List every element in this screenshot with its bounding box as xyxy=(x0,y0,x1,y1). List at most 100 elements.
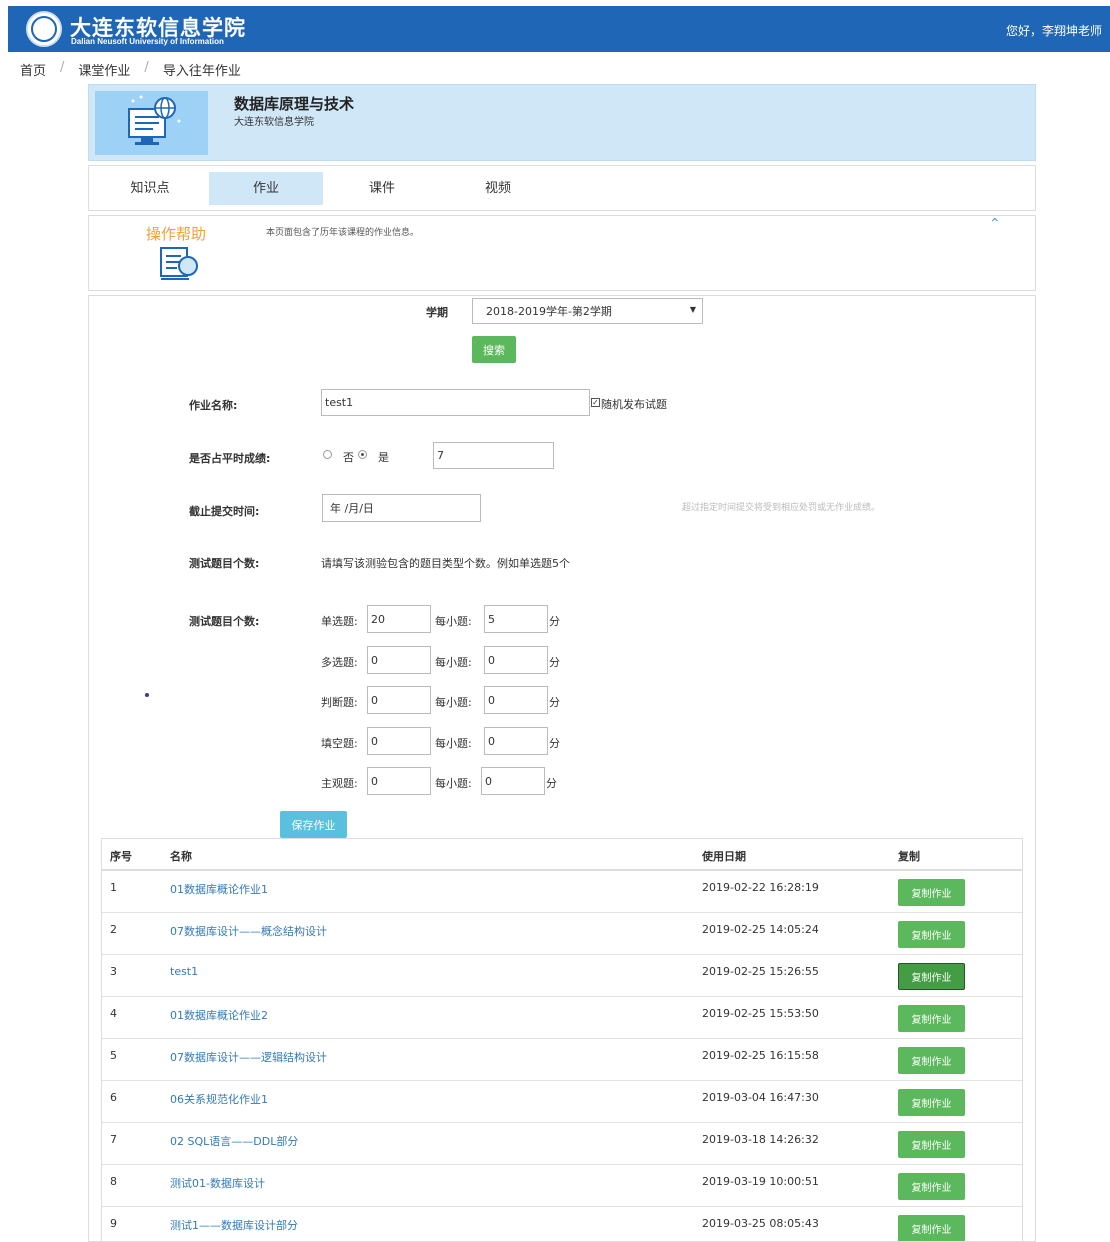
copy-homework-button[interactable]: 复制作业 xyxy=(898,1089,965,1116)
random-questions-checkbox[interactable]: ✓ xyxy=(591,398,600,407)
row-name-link[interactable]: 07数据库设计——概念结构设计 xyxy=(170,923,327,939)
row-index: 2 xyxy=(110,923,117,936)
score-unit: 分 xyxy=(549,615,560,628)
question-type-row: 判断题: 0 每小题: 0 分 xyxy=(89,686,1037,716)
term-label: 学期 xyxy=(426,306,448,319)
row-date: 2019-02-25 14:05:24 xyxy=(702,923,819,936)
col-header-index: 序号 xyxy=(110,850,132,863)
row-date: 2019-02-22 16:28:19 xyxy=(702,881,819,894)
usual-score-yes-radio[interactable] xyxy=(358,450,367,459)
course-title: 数据库原理与技术 xyxy=(234,95,355,113)
row-date: 2019-02-25 15:53:50 xyxy=(702,1007,819,1020)
deadline-hint: 超过指定时间提交将受到相应处罚或无作业成绩。 xyxy=(682,503,881,513)
per-question-label: 每小题: xyxy=(435,777,472,790)
help-book-icon xyxy=(159,244,201,282)
row-date: 2019-02-25 16:15:58 xyxy=(702,1049,819,1062)
table-row: 4 01数据库概论作业2 2019-02-25 15:53:50 复制作业 xyxy=(102,997,1022,1039)
score-unit: 分 xyxy=(546,777,557,790)
row-date: 2019-02-25 15:26:55 xyxy=(702,965,819,978)
breadcrumb: 首页 / 课堂作业 / 导入往年作业 xyxy=(20,60,241,79)
row-name-link[interactable]: test1 xyxy=(170,965,198,978)
tab-homework[interactable]: 作业 xyxy=(209,172,323,205)
help-text: 本页面包含了历年该课程的作业信息。 xyxy=(266,228,420,238)
breadcrumb-home[interactable]: 首页 xyxy=(20,60,46,79)
copy-homework-button[interactable]: 复制作业 xyxy=(898,1131,965,1158)
search-button[interactable]: 搜索 xyxy=(472,336,516,363)
random-questions-label: 随机发布试题 xyxy=(601,398,667,411)
copy-homework-button[interactable]: 复制作业 xyxy=(898,963,965,990)
copy-homework-button[interactable]: 复制作业 xyxy=(898,1215,965,1241)
tab-knowledge[interactable]: 知识点 xyxy=(109,172,191,205)
per-question-score-input[interactable]: 5 xyxy=(484,605,548,633)
question-count-hint: 请填写该测验包含的题目类型个数。例如单选题5个 xyxy=(321,557,570,570)
row-name-link[interactable]: 01数据库概论作业2 xyxy=(170,1007,268,1023)
copy-homework-button[interactable]: 复制作业 xyxy=(898,1173,965,1200)
question-type-label: 主观题: xyxy=(321,777,358,790)
user-greeting[interactable]: 您好，李翔坤老师 xyxy=(1006,22,1102,39)
row-name-link[interactable]: 测试1——数据库设计部分 xyxy=(170,1217,298,1233)
row-name-link[interactable]: 测试01-数据库设计 xyxy=(170,1175,265,1191)
usual-score-no-radio[interactable] xyxy=(323,450,332,459)
online-course-icon xyxy=(95,91,208,155)
copy-homework-button[interactable]: 复制作业 xyxy=(898,1005,965,1032)
per-question-label: 每小题: xyxy=(435,737,472,750)
collapse-chevron-up-icon[interactable]: ⌃ xyxy=(989,216,1001,232)
row-name-link[interactable]: 06关系规范化作业1 xyxy=(170,1091,268,1107)
row-index: 7 xyxy=(110,1133,117,1146)
homework-name-input[interactable]: test1 xyxy=(321,389,590,416)
table-row: 2 07数据库设计——概念结构设计 2019-02-25 14:05:24 复制… xyxy=(102,913,1022,955)
term-select[interactable]: 2018-2019学年-第2学期 ▼ xyxy=(472,298,703,324)
help-panel: 操作帮助 本页面包含了历年该课程的作业信息。 ⌃ xyxy=(88,215,1036,291)
question-count-input[interactable]: 0 xyxy=(367,686,431,714)
usual-score-label: 是否占平时成绩: xyxy=(189,452,271,465)
score-unit: 分 xyxy=(549,696,560,709)
usual-score-no-label: 否 xyxy=(343,451,354,464)
score-unit: 分 xyxy=(549,737,560,750)
deadline-date-input[interactable]: 年 /月/日 xyxy=(322,494,481,522)
question-count-input[interactable]: 0 xyxy=(367,646,431,674)
question-count-input[interactable]: 0 xyxy=(367,727,431,755)
homework-name-label: 作业名称: xyxy=(189,399,238,412)
per-question-score-input[interactable]: 0 xyxy=(484,646,548,674)
per-question-score-input[interactable]: 0 xyxy=(484,727,548,755)
score-unit: 分 xyxy=(549,656,560,669)
row-name-link[interactable]: 02 SQL语言——DDL部分 xyxy=(170,1133,298,1149)
usual-score-input[interactable]: 7 xyxy=(433,442,554,469)
row-index: 9 xyxy=(110,1217,117,1230)
row-name-link[interactable]: 01数据库概论作业1 xyxy=(170,881,268,897)
row-index: 4 xyxy=(110,1007,117,1020)
table-row: 3 test1 2019-02-25 15:26:55 复制作业 xyxy=(102,955,1022,997)
per-question-label: 每小题: xyxy=(435,615,472,628)
save-homework-button[interactable]: 保存作业 xyxy=(280,811,347,838)
copy-homework-button[interactable]: 复制作业 xyxy=(898,879,965,906)
table-row: 7 02 SQL语言——DDL部分 2019-03-18 14:26:32 复制… xyxy=(102,1123,1022,1165)
table-row: 6 06关系规范化作业1 2019-03-04 16:47:30 复制作业 xyxy=(102,1081,1022,1123)
breadcrumb-homework[interactable]: 课堂作业 xyxy=(78,60,130,79)
tab-video[interactable]: 视频 xyxy=(469,172,527,205)
question-count-input[interactable]: 20 xyxy=(367,605,431,633)
top-header-bar: 大连东软信息学院 Dalian Neusoft University of In… xyxy=(8,6,1110,52)
question-type-row: 主观题: 0 每小题: 0 分 xyxy=(89,767,1037,797)
deadline-label: 截止提交时间: xyxy=(189,505,260,518)
help-title: 操作帮助 xyxy=(146,225,207,243)
question-type-row: 单选题: 20 每小题: 5 分 xyxy=(89,605,1037,635)
per-question-score-input[interactable]: 0 xyxy=(481,767,545,795)
per-question-score-input[interactable]: 0 xyxy=(484,686,548,714)
breadcrumb-separator: / xyxy=(60,60,65,75)
copy-homework-button[interactable]: 复制作业 xyxy=(898,921,965,948)
course-school: 大连东软信息学院 xyxy=(234,117,314,128)
col-header-name: 名称 xyxy=(170,850,192,863)
row-date: 2019-03-18 14:26:32 xyxy=(702,1133,819,1146)
dropdown-arrow-icon: ▼ xyxy=(689,305,696,314)
row-name-link[interactable]: 07数据库设计——逻辑结构设计 xyxy=(170,1049,327,1065)
tab-courseware[interactable]: 课件 xyxy=(351,172,413,205)
question-type-row: 多选题: 0 每小题: 0 分 xyxy=(89,646,1037,676)
table-header: 序号 名称 使用日期 复制 xyxy=(102,839,1022,871)
copy-homework-button[interactable]: 复制作业 xyxy=(898,1047,965,1074)
question-count-input[interactable]: 0 xyxy=(367,767,431,795)
table-row: 5 07数据库设计——逻辑结构设计 2019-02-25 16:15:58 复制… xyxy=(102,1039,1022,1081)
table-row: 8 测试01-数据库设计 2019-03-19 10:00:51 复制作业 xyxy=(102,1165,1022,1207)
breadcrumb-import: 导入往年作业 xyxy=(162,64,241,79)
breadcrumb-separator: / xyxy=(144,60,149,75)
question-type-label: 填空题: xyxy=(321,737,358,750)
